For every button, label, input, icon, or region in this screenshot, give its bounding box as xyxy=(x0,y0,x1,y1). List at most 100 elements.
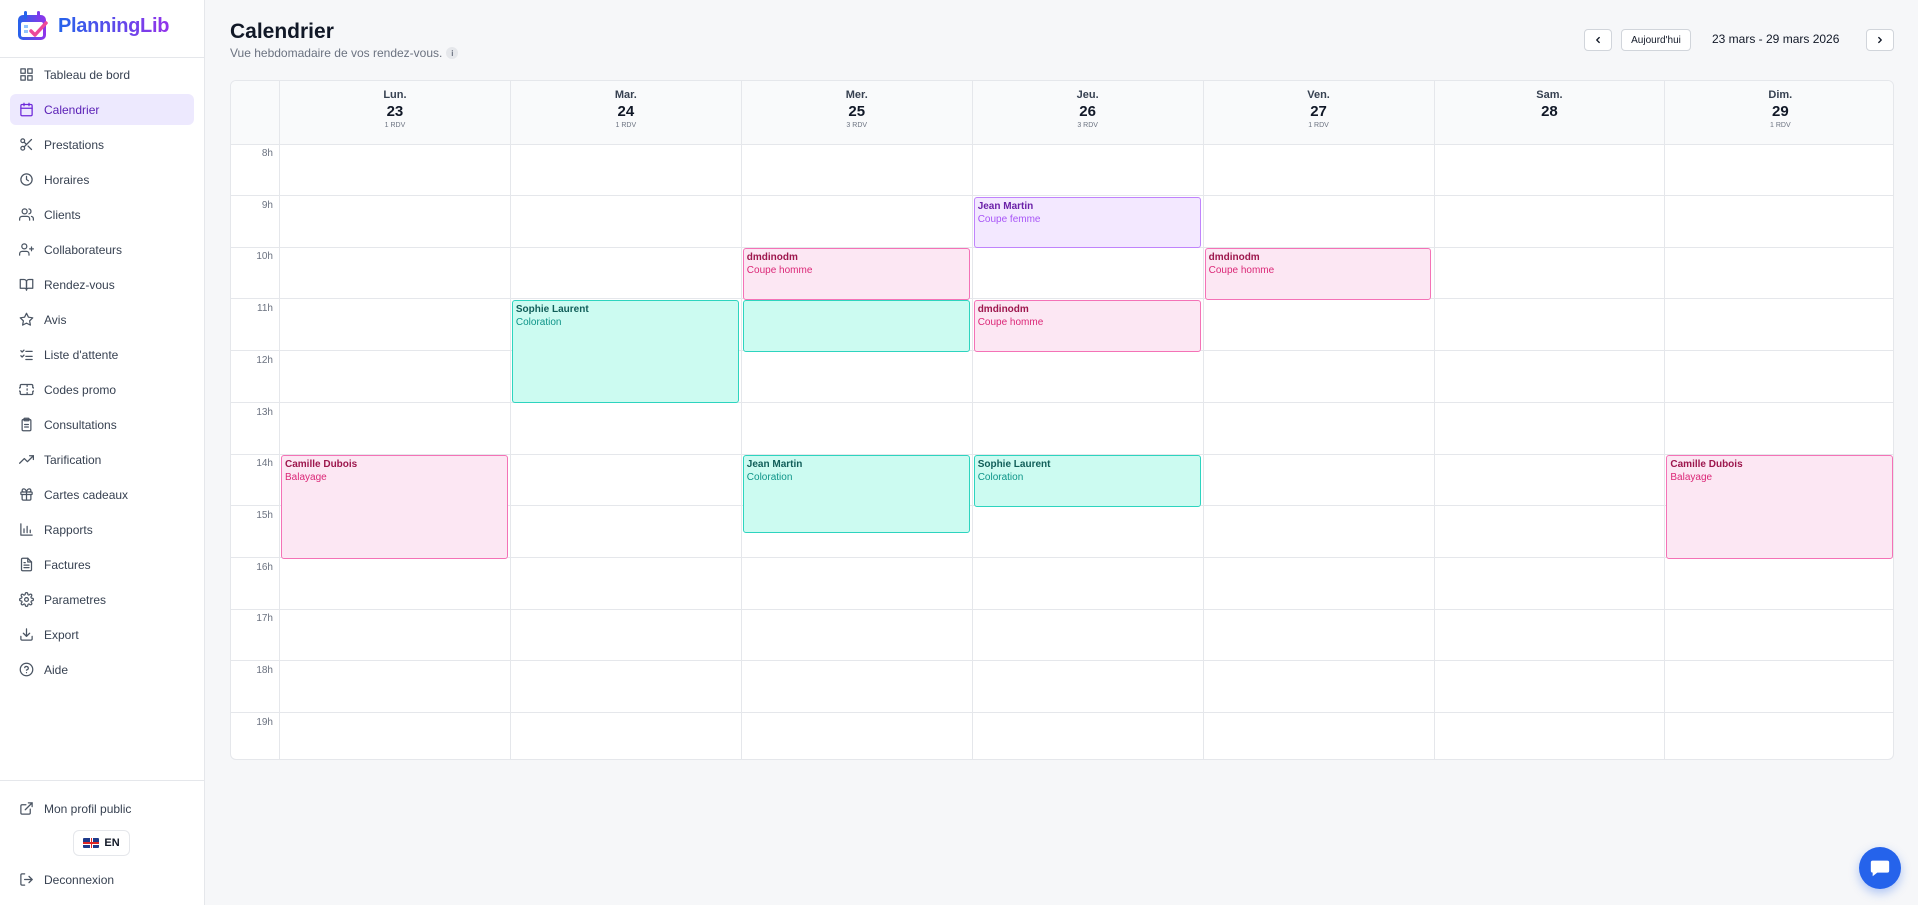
sidebar-item-file-text[interactable]: Factures xyxy=(10,549,194,580)
day-count: 1 RDV xyxy=(615,122,637,129)
day-name: Dim. xyxy=(1768,89,1793,101)
hour-label: 13h xyxy=(256,406,273,418)
divider xyxy=(0,57,204,58)
appointment-event[interactable]: Jean Martin Coupe femme xyxy=(973,196,1201,249)
calendar-header: Lun. 23 1 RDV Mar. 24 1 RDV Mer. 25 3 RDV Jeu. 26 3… xyxy=(231,81,1893,145)
sidebar-item-gift[interactable]: Cartes cadeaux xyxy=(10,479,194,510)
sidebar-item-trending-up[interactable]: Tarification xyxy=(10,444,194,475)
appointment-event[interactable]: dmdinodm Coupe homme xyxy=(973,300,1201,352)
column-divider xyxy=(1433,81,1435,759)
book-icon xyxy=(19,278,34,291)
appointment-event[interactable] xyxy=(742,300,970,352)
day-num: 28 xyxy=(1541,103,1558,120)
gift-icon xyxy=(20,488,33,501)
next-week-button[interactable] xyxy=(1866,29,1894,51)
hour-row: 10h xyxy=(231,248,1893,300)
sidebar-item-label: Clients xyxy=(44,207,81,222)
sidebar-item-users[interactable]: Clients xyxy=(10,199,194,230)
appointment-client: Sophie Laurent xyxy=(515,304,589,316)
day-header[interactable]: Mer. 25 3 RDV xyxy=(740,81,972,145)
day-name: Mer. xyxy=(845,89,868,101)
sidebar-item-dashboard[interactable]: Tableau de bord xyxy=(10,59,194,90)
dashboard-icon xyxy=(20,68,33,81)
appointment-event[interactable]: Sophie Laurent Coloration xyxy=(511,300,739,404)
day-count: 1 RDV xyxy=(1308,122,1329,129)
page-title: Calendrier xyxy=(230,20,334,43)
sidebar-item-help-circle[interactable]: Aide xyxy=(10,654,194,685)
column-divider xyxy=(740,81,742,759)
hour-label: 16h xyxy=(256,561,273,573)
sidebar-item-label: Tarification xyxy=(44,452,102,467)
sidebar-item-gear[interactable]: Parametres xyxy=(10,584,194,615)
day-name: Mar. xyxy=(614,89,637,101)
sidebar-item-calendar[interactable]: Calendrier xyxy=(10,94,194,125)
clock-icon xyxy=(20,173,33,186)
public-profile-label: Mon profil public xyxy=(44,801,132,816)
appointment-event[interactable]: Sophie Laurent Coloration xyxy=(973,455,1201,507)
hour-label: 9h xyxy=(261,199,273,211)
hour-label: 14h xyxy=(256,458,273,470)
day-header[interactable]: Jeu. 26 3 RDV xyxy=(971,81,1203,145)
sidebar-item-label: Factures xyxy=(44,557,91,572)
day-header[interactable]: Lun. 23 1 RDV xyxy=(279,81,510,145)
app-logo[interactable]: PlanningLib xyxy=(16,10,169,42)
day-header[interactable]: Mar. 24 1 RDV xyxy=(509,81,741,145)
hour-row: 18h xyxy=(231,662,1893,713)
language-switch-button[interactable]: EN xyxy=(73,830,130,856)
sidebar-item-user-plus[interactable]: Collaborateurs xyxy=(10,234,194,265)
logout-button[interactable]: Deconnexion xyxy=(19,872,114,887)
hour-row: 19h xyxy=(231,714,1893,759)
users-icon xyxy=(19,208,34,221)
download-icon xyxy=(20,628,33,641)
appointment-event[interactable]: Camille Dubois Balayage xyxy=(281,455,508,559)
chevron-left-icon xyxy=(1596,36,1600,44)
sidebar-item-label: Prestations xyxy=(44,137,105,152)
day-name: Sam. xyxy=(1536,89,1563,101)
today-button[interactable]: Aujourd'hui xyxy=(1621,29,1691,51)
sidebar-item-list-check[interactable]: Liste d'attente xyxy=(10,339,194,370)
sidebar-item-label: Rendez-vous xyxy=(44,277,115,292)
appointment-event[interactable]: Jean Martin Coloration xyxy=(742,455,970,533)
hour-label: 8h xyxy=(261,148,273,159)
day-name: Lun. xyxy=(383,89,407,101)
sidebar-item-clock[interactable]: Horaires xyxy=(10,164,194,195)
sidebar-item-download[interactable]: Export xyxy=(10,619,194,650)
calendar-icon xyxy=(20,102,33,117)
divider xyxy=(0,780,204,781)
sidebar-item-label: Cartes cadeaux xyxy=(44,487,129,502)
day-header[interactable]: Ven. 27 1 RDV xyxy=(1202,81,1434,145)
appointment-event[interactable]: dmdinodm Coupe homme xyxy=(742,248,970,301)
hour-row: 17h xyxy=(231,610,1893,662)
appointment-event[interactable]: dmdinodm Coupe homme xyxy=(1204,248,1432,301)
appointment-service: Balayage xyxy=(1670,472,1713,484)
external-link-icon xyxy=(20,802,33,815)
sidebar-item-star[interactable]: Avis xyxy=(10,304,194,335)
hour-label: 19h xyxy=(256,716,273,728)
day-count: 1 RDV xyxy=(384,122,406,129)
appointment-service: Coloration xyxy=(515,317,562,329)
appointment-client: dmdinodm xyxy=(977,304,1029,316)
sidebar-item-label: Calendrier xyxy=(44,102,100,117)
sidebar-item-book[interactable]: Rendez-vous xyxy=(10,269,194,300)
hour-row: 16h xyxy=(231,559,1893,610)
appointment-client: Camille Dubois xyxy=(1670,459,1743,471)
sidebar-item-bar-chart[interactable]: Rapports xyxy=(10,514,194,545)
appointment-client: dmdinodm xyxy=(1208,252,1260,264)
star-icon xyxy=(19,312,34,326)
sidebar-item-scissors[interactable]: Prestations xyxy=(10,129,194,160)
sidebar-item-clipboard[interactable]: Consultations xyxy=(10,409,194,440)
sidebar-item-label: Aide xyxy=(44,662,69,677)
sidebar-item-ticket[interactable]: Codes promo xyxy=(10,374,194,405)
day-header[interactable]: Sam. 28 xyxy=(1433,81,1665,145)
sidebar: PlanningLib Tableau de bord Calendrier Pre… xyxy=(0,0,205,905)
hour-row: 13h xyxy=(231,404,1893,455)
appointment-event[interactable]: Camille Dubois Balayage xyxy=(1666,455,1893,559)
sidebar-item-label: Export xyxy=(44,627,79,642)
chat-button[interactable] xyxy=(1859,847,1901,889)
help-circle-icon xyxy=(19,662,34,677)
appointment-service: Coupe homme xyxy=(977,317,1044,329)
previous-week-button[interactable] xyxy=(1584,29,1612,51)
day-header[interactable]: Dim. 29 1 RDV xyxy=(1664,81,1893,145)
public-profile-link[interactable]: Mon profil public xyxy=(19,801,131,816)
info-icon[interactable]: i xyxy=(446,47,459,59)
